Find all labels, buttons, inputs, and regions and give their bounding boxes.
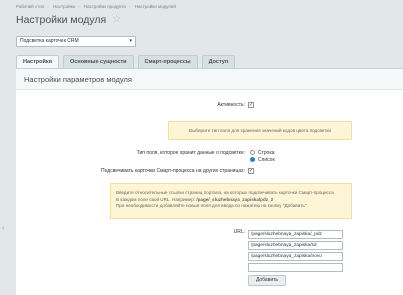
field-type-label: Тип поля, которое хранит данные о подсве…: [136, 150, 245, 156]
radio-string-label: Строка: [258, 150, 275, 156]
chevron-left-icon[interactable]: ‹: [2, 225, 4, 232]
module-select[interactable]: Подсветка карточек CRM ▾: [16, 36, 136, 47]
settings-panel: Настройки параметров модуля: [16, 68, 403, 295]
radio-list-label: Список: [258, 157, 275, 163]
tab-settings[interactable]: Настройки: [16, 55, 60, 68]
tab-access[interactable]: Доступ: [201, 55, 236, 68]
title-row: Настройки модуля ☆: [16, 14, 121, 26]
panel-header: Настройки параметров модуля: [16, 69, 403, 90]
url-input[interactable]: /page/sluzhebnaya_zapiska/novo: [248, 252, 343, 261]
hint-line-2-prefix: В каждом поле свой URL. Например:: [116, 196, 196, 202]
breadcrumb-item[interactable]: Настройки модулей: [135, 4, 176, 9]
page-title: Настройки модуля: [16, 14, 107, 26]
hint-note: Введите относительные ссылки страниц пор…: [110, 183, 352, 219]
hint-example: /page/_sluzhebnaya_zapiska/pdz_2: [196, 196, 274, 202]
panel-title: Настройки параметров модуля: [24, 75, 132, 84]
breadcrumb: Рабочий стол › Настройки › Настройки проду…: [16, 4, 176, 9]
activity-label: Активность:: [217, 102, 245, 108]
url-input[interactable]: /page/sluzhebnaya_zapiska/sd: [248, 241, 343, 250]
chevron-down-icon: ▾: [129, 38, 132, 44]
radio-list[interactable]: [250, 157, 255, 162]
tab-main-entities[interactable]: Основные сущности: [63, 55, 134, 68]
activity-checkbox[interactable]: ✓: [248, 102, 254, 108]
star-icon[interactable]: ☆: [112, 15, 121, 25]
highlight-label: Подсвечивать карточки Смарт-процесса на …: [101, 168, 245, 174]
url-input[interactable]: /page/sluzhebnaya_zapiska/_pdz: [248, 230, 343, 239]
radio-string[interactable]: [250, 150, 255, 155]
module-select-value: Подсветка карточек CRM: [20, 38, 79, 44]
hint-line-3: При необходимости добавляйте новые поля …: [116, 203, 307, 208]
tab-smart-processes[interactable]: Смарт-процессы: [137, 55, 198, 68]
add-button[interactable]: Добавить: [248, 275, 286, 286]
info-note-text: Выберите тип поля для хранения значений …: [189, 128, 331, 133]
tab-bar: Настройки Основные сущности Смарт-процес…: [16, 55, 239, 68]
url-label: URL:: [233, 229, 245, 235]
breadcrumb-item[interactable]: Настройки продукта: [84, 4, 126, 9]
breadcrumb-item[interactable]: Настройки: [53, 4, 75, 9]
breadcrumb-item[interactable]: Рабочий стол: [16, 4, 44, 9]
url-input[interactable]: [248, 263, 343, 272]
info-note: Выберите тип поля для хранения значений …: [168, 121, 352, 140]
highlight-checkbox[interactable]: ✓: [248, 168, 254, 174]
